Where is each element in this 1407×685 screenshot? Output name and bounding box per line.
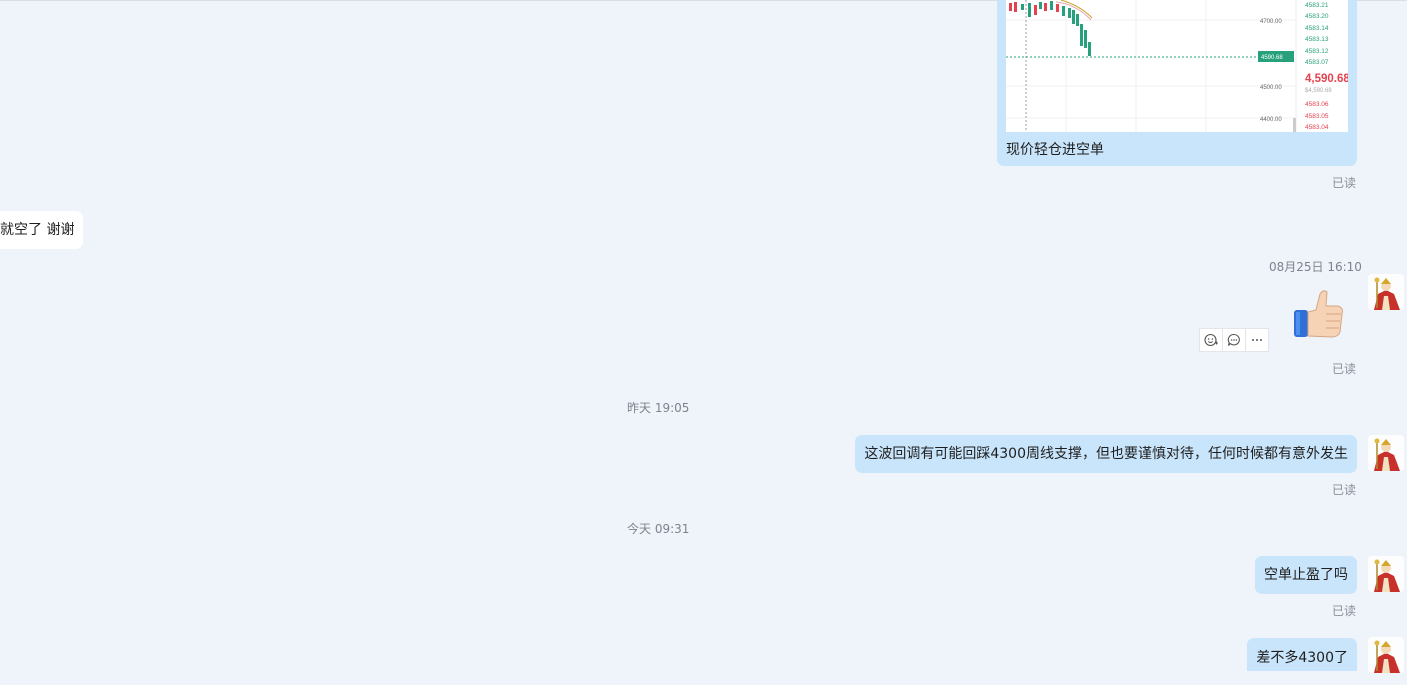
avatar-image (1368, 556, 1404, 592)
orderbook-ask-2: 4583.20 (1305, 13, 1329, 20)
avatar[interactable] (1368, 435, 1404, 471)
thumbs-up-emoji-icon[interactable] (1292, 288, 1344, 340)
incoming-message-bubble[interactable]: 就空了 谢谢 (0, 211, 84, 249)
outgoing-message-bubble[interactable]: 空单止盈了吗 (1255, 556, 1357, 594)
timestamp: 昨天 19:05 (627, 401, 690, 415)
outgoing-message-bubble[interactable]: 这波回调有可能回踩4300周线支撑，但也要谨慎对待，任何时候都有意外发生 (855, 435, 1357, 473)
read-status: 已读 (1332, 362, 1357, 376)
timestamp: 08月25日 16:10 (1269, 260, 1362, 274)
image-message-bubble[interactable]: 4700.00 4500.00 4400.00 4590.68 4583.21 … (997, 0, 1357, 166)
avatar-image (1368, 274, 1404, 310)
orderbook-bid-1: 4583.06 (1305, 101, 1329, 108)
comment-button[interactable] (1222, 328, 1246, 352)
emoji-react-icon (1204, 333, 1218, 347)
read-status: 已读 (1332, 483, 1357, 497)
avatar[interactable] (1368, 556, 1404, 592)
axis-label-4700: 4700.00 (1260, 19, 1282, 25)
avatar-image (1368, 435, 1404, 471)
orderbook-ask-1: 4583.21 (1305, 2, 1329, 9)
timestamp: 今天 09:31 (627, 522, 690, 536)
candles (1009, 0, 1093, 56)
avatar[interactable] (1368, 637, 1404, 673)
orderbook-bid-3: 4583.04 (1305, 124, 1329, 131)
orderbook-ask-6: 4583.07 (1305, 59, 1329, 66)
current-price-tag: 4590.68 (1261, 55, 1283, 61)
more-button[interactable] (1245, 328, 1269, 352)
big-price: 4,590.68 (1305, 73, 1348, 85)
chart-screenshot-image[interactable]: 4700.00 4500.00 4400.00 4590.68 4583.21 … (1006, 0, 1348, 132)
message-action-bar (1199, 328, 1269, 352)
more-icon (1252, 339, 1262, 341)
read-status: 已读 (1332, 604, 1357, 618)
axis-label-4400: 4400.00 (1260, 117, 1282, 123)
orderbook-ask-5: 4583.12 (1305, 48, 1329, 55)
image-message-caption: 现价轻仓进空单 (1006, 142, 1104, 158)
orderbook-ask-3: 4583.14 (1305, 25, 1329, 32)
avatar[interactable] (1368, 274, 1404, 310)
outgoing-message-bubble[interactable]: 差不多4300了 (1247, 638, 1357, 671)
sub-price: $4,590.68 (1305, 88, 1332, 94)
emoji-react-button[interactable] (1199, 328, 1223, 352)
axis-label-4500: 4500.00 (1260, 85, 1282, 91)
comment-icon (1227, 333, 1240, 346)
chart-screenshot-svg: 4700.00 4500.00 4400.00 4590.68 4583.21 … (1006, 0, 1348, 132)
thumbs-up-emoji-svg (1294, 290, 1343, 338)
avatar-image (1368, 637, 1404, 673)
orderbook-bid-2: 4583.05 (1305, 113, 1329, 120)
read-status: 已读 (1332, 176, 1357, 190)
orderbook-ask-4: 4583.13 (1305, 36, 1329, 43)
